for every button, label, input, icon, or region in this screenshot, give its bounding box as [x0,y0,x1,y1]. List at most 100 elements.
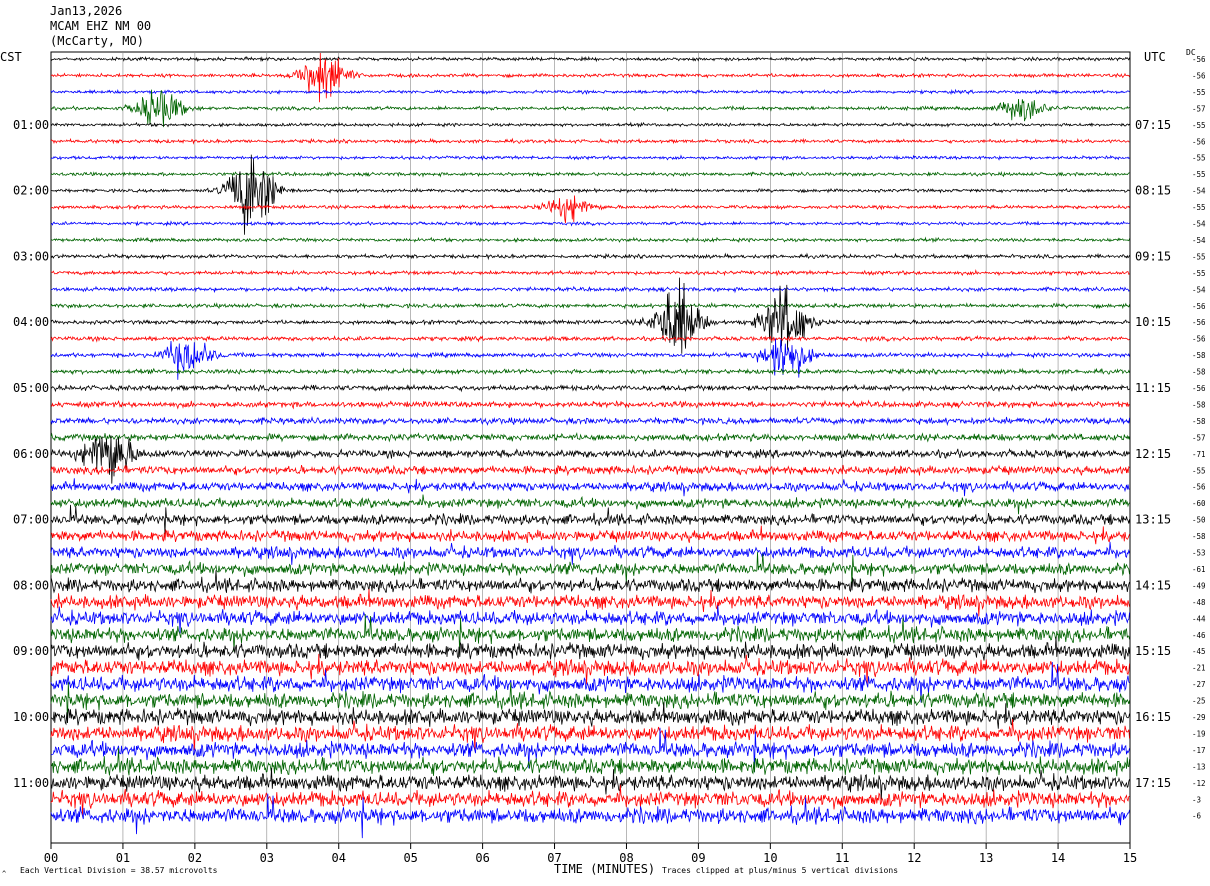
seismic-trace [50,121,1130,128]
dc-offset-label: -12 [1192,779,1206,788]
seismic-trace [50,399,1130,410]
left-hour-label: 09:00 [13,644,49,658]
dc-offset-label: -55 [1192,252,1206,261]
x-tick-label: 01 [116,851,130,865]
dc-offset-label: -56 [1192,55,1206,64]
dc-offset-label: -54 [1192,220,1206,229]
seismic-trace [50,171,1130,178]
left-hour-label: 03:00 [13,249,49,263]
dc-offset-label: -54 [1192,285,1206,294]
dc-offset-label: -58 [1192,368,1206,377]
left-hour-label: 05:00 [13,381,49,395]
dc-offset-label: -57 [1192,433,1206,442]
x-tick-label: 03 [260,851,274,865]
seismic-trace [50,220,1130,227]
left-hour-label: 02:00 [13,184,49,198]
seismic-trace [50,464,1130,477]
left-hour-label: 10:00 [13,710,49,724]
dc-offset-label: -56 [1192,71,1206,80]
seismic-trace [50,367,1130,376]
dc-offset-label: -56 [1192,302,1206,311]
right-hour-label: 13:15 [1135,513,1171,527]
dc-offset-label: -56 [1192,384,1206,393]
x-tick-label: 14 [1051,851,1065,865]
left-hour-label: 04:00 [13,315,49,329]
dc-offset-label: -21 [1192,664,1206,673]
seismic-trace [50,718,1130,751]
dc-offset-label: -13 [1192,762,1206,771]
x-tick-label: 11 [835,851,849,865]
dc-offset-label: -29 [1192,713,1206,722]
dc-offset-label: -54 [1192,236,1206,245]
dc-offset-label: -57 [1192,104,1206,113]
seismic-trace [50,431,1130,443]
dc-offset-label: -50 [1192,516,1206,525]
dc-offset-label: -55 [1192,466,1206,475]
dc-offset-label: -58 [1192,351,1206,360]
dc-offset-label: -27 [1192,680,1206,689]
left-hour-label: 08:00 [13,578,49,592]
right-hour-label: 09:15 [1135,249,1171,263]
left-hour-label: 07:00 [13,513,49,527]
dc-offset-label: -46 [1192,631,1206,640]
dc-offset-label: -6 [1192,812,1202,821]
left-hour-label: 06:00 [13,447,49,461]
seismic-trace [50,435,1130,484]
seismic-trace [50,541,1130,565]
vertical-division-note: Each Vertical Division = 38.57 microvolt… [20,866,218,875]
dc-offset-label: -56 [1192,483,1206,492]
seismic-trace [50,570,1130,594]
dc-offset-label: -56 [1192,318,1206,327]
helicorder-plot: 00 01 02 03 04 05 06 07 08 09 10 11 12 13 14 15-56-56-5… [13,51,1206,865]
clipping-note: Traces clipped at plus/minus 5 vertical … [662,866,899,875]
right-hour-label: 12:15 [1135,447,1171,461]
right-hour-label: 08:15 [1135,184,1171,198]
seismic-trace [50,383,1130,393]
x-tick-label: 04 [332,851,346,865]
seismic-trace [50,137,1130,145]
seismic-trace [50,504,1130,535]
seismic-trace [50,285,1130,294]
seismic-trace [50,588,1130,617]
right-hour-label: 16:15 [1135,710,1171,724]
dc-offset-label: -25 [1192,697,1206,706]
seismic-trace [50,605,1130,634]
x-tick-label: 02 [188,851,202,865]
seismic-trace [50,89,1130,128]
dc-offset-label: -55 [1192,121,1206,130]
seismic-trace [50,494,1130,515]
dc-offset-label: -60 [1192,499,1206,508]
dc-offset-label: -55 [1192,203,1206,212]
seismic-trace [50,301,1130,310]
dc-offset-label: -54 [1192,187,1206,196]
dc-offset-label: -61 [1192,565,1206,574]
right-hour-label: 14:15 [1135,578,1171,592]
x-tick-label: 15 [1123,851,1137,865]
dc-offset-label: -45 [1192,647,1206,656]
x-tick-label: 05 [403,851,417,865]
seismic-trace [50,525,1130,545]
dc-offset-label: -58 [1192,532,1206,541]
seismic-trace [50,154,1130,235]
seismic-trace [50,338,1130,380]
seismic-trace [50,551,1130,587]
dc-offset-label: -56 [1192,137,1206,146]
dc-offset-label: -56 [1192,335,1206,344]
x-tick-label: 09 [691,851,705,865]
dc-offset-label: -3 [1192,795,1201,804]
x-tick-label: 10 [763,851,777,865]
x-tick-label: 00 [44,851,58,865]
dc-offset-label: -55 [1192,88,1206,97]
dc-offset-label: -48 [1192,598,1206,607]
seismic-trace [50,236,1130,244]
left-hour-label: 01:00 [13,118,49,132]
seismic-trace [50,88,1130,96]
corner-mark: ^ [2,870,7,878]
seismic-trace [50,55,1130,63]
x-axis-title: TIME (MINUTES) [554,862,656,876]
dc-offset-label: -17 [1192,746,1206,755]
dc-offset-label: -53 [1192,549,1206,558]
seismic-trace [51,195,1130,224]
x-tick-label: 06 [475,851,489,865]
right-hour-label: 15:15 [1135,644,1171,658]
